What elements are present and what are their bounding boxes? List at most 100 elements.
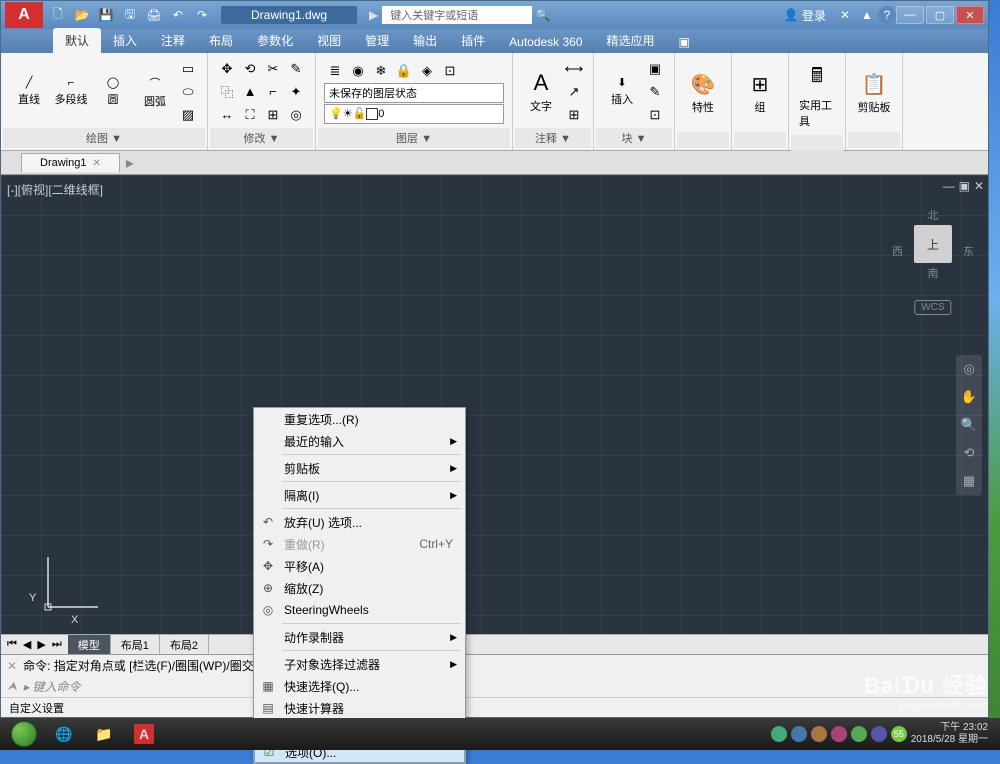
- menu-redo[interactable]: ↷重做(R)Ctrl+Y: [254, 533, 465, 555]
- layer-off-icon[interactable]: ◉: [347, 60, 369, 82]
- tray-icon-6[interactable]: [871, 726, 887, 742]
- tab-manage[interactable]: 管理: [353, 28, 401, 53]
- task-browser-icon[interactable]: 🌐: [44, 720, 84, 748]
- save-icon[interactable]: 💾: [95, 4, 117, 26]
- layer-current-dropdown[interactable]: 💡 ☀ 🔓 0: [324, 104, 504, 124]
- move-icon[interactable]: ✥: [216, 58, 238, 80]
- properties-button[interactable]: 🎨特性: [683, 68, 723, 119]
- autocad-logo[interactable]: A: [5, 2, 43, 28]
- utilities-button[interactable]: 🖩实用工具: [797, 57, 837, 133]
- array-icon[interactable]: ⊞: [262, 104, 284, 126]
- document-tab-drawing1[interactable]: Drawing1 ✕: [21, 153, 120, 172]
- layer-prop-icon[interactable]: ≣: [324, 60, 346, 82]
- ellipse-icon[interactable]: ⬭: [177, 81, 199, 103]
- title-nav-icon[interactable]: ▶: [369, 8, 378, 22]
- tab-annotate[interactable]: 注释: [149, 28, 197, 53]
- copy-icon[interactable]: ⿻: [216, 81, 238, 103]
- block-create-icon[interactable]: ▣: [644, 58, 666, 80]
- redo-icon[interactable]: ↷: [191, 4, 213, 26]
- command-close-icon[interactable]: ✕: [7, 659, 17, 673]
- layer-lock-icon[interactable]: 🔒: [393, 60, 415, 82]
- text-button[interactable]: A文字: [521, 66, 561, 118]
- dimension-icon[interactable]: ⟷: [563, 58, 585, 80]
- clipboard-button[interactable]: 📋剪贴板: [854, 68, 894, 119]
- tray-icon-4[interactable]: [831, 726, 847, 742]
- arc-button[interactable]: ⌒圆弧: [135, 71, 175, 113]
- panel-annotation-title[interactable]: 注释 ▼: [515, 128, 591, 148]
- login-link[interactable]: 登录: [802, 7, 826, 24]
- close-button[interactable]: ✕: [956, 6, 984, 24]
- menu-clipboard[interactable]: 剪贴板▶: [254, 457, 465, 479]
- panel-modify-title[interactable]: 修改 ▼: [210, 128, 313, 148]
- layer-match-icon[interactable]: ⊡: [439, 60, 461, 82]
- fillet-icon[interactable]: ⌐: [262, 81, 284, 103]
- command-input[interactable]: ⮝ ▸ 键入命令: [1, 676, 988, 697]
- circle-button[interactable]: ◯圆: [93, 72, 133, 111]
- start-button[interactable]: [4, 720, 44, 748]
- nav-pan-icon[interactable]: ✋: [959, 387, 979, 407]
- layer-iso-icon[interactable]: ◈: [416, 60, 438, 82]
- menu-steeringwheels[interactable]: ◎SteeringWheels: [254, 599, 465, 621]
- menu-isolate[interactable]: 隔离(I)▶: [254, 484, 465, 506]
- tab-featured[interactable]: 精选应用: [595, 28, 667, 53]
- group-button[interactable]: ⊞组: [740, 68, 780, 119]
- tray-icon-3[interactable]: [811, 726, 827, 742]
- menu-pan[interactable]: ✥平移(A): [254, 555, 465, 577]
- menu-recent-input[interactable]: 最近的输入▶: [254, 430, 465, 452]
- nav-orbit-icon[interactable]: ⟲: [959, 443, 979, 463]
- exchange-icon[interactable]: ✕: [834, 4, 856, 26]
- panel-block-title[interactable]: 块 ▼: [596, 128, 672, 148]
- viewport-minimize-icon[interactable]: —: [943, 179, 955, 193]
- layout-tab-2[interactable]: 布局2: [160, 635, 209, 655]
- scale-icon[interactable]: ⛶: [239, 104, 261, 126]
- stretch-icon[interactable]: ↔: [216, 104, 238, 126]
- block-edit-icon[interactable]: ✎: [644, 81, 666, 103]
- viewcube-face[interactable]: 上: [914, 225, 952, 263]
- viewport-close-icon[interactable]: ✕: [974, 179, 984, 193]
- menu-undo[interactable]: ↶放弃(U) 选项...: [254, 511, 465, 533]
- tab-parametric[interactable]: 参数化: [245, 28, 305, 53]
- search-icon[interactable]: 🔍: [532, 4, 554, 26]
- maximize-button[interactable]: ▢: [926, 6, 954, 24]
- tab-plugins[interactable]: 插件: [449, 28, 497, 53]
- tab-extra-icon[interactable]: ▣: [667, 31, 702, 53]
- menu-quickcalc[interactable]: ▤快速计算器: [254, 697, 465, 719]
- layout-tab-1[interactable]: 布局1: [111, 635, 160, 655]
- viewport-label[interactable]: [-][俯视][二维线框]: [7, 181, 103, 198]
- tab-view[interactable]: 视图: [305, 28, 353, 53]
- menu-zoom[interactable]: ⊕缩放(Z): [254, 577, 465, 599]
- rectangle-icon[interactable]: ▭: [177, 58, 199, 80]
- layer-state-dropdown[interactable]: 未保存的图层状态: [324, 83, 504, 103]
- layout-tab-model[interactable]: 模型: [68, 635, 111, 655]
- rotate-icon[interactable]: ⟲: [239, 58, 261, 80]
- line-button[interactable]: ╱直线: [9, 72, 49, 111]
- menu-subobject-filter[interactable]: 子对象选择过滤器▶: [254, 653, 465, 675]
- layout-prev-icon[interactable]: ◀: [21, 638, 33, 651]
- panel-draw-title[interactable]: 绘图 ▼: [3, 128, 205, 148]
- viewcube[interactable]: 北 南 东 西 上 WCS: [898, 205, 968, 295]
- new-icon[interactable]: 🗋: [47, 4, 69, 26]
- drawing-canvas[interactable]: [-][俯视][二维线框] — ▣ ✕ 北 南 东 西 上 WCS ◎ ✋ 🔍 …: [1, 175, 988, 634]
- help-icon[interactable]: ?: [878, 6, 896, 24]
- layout-next-icon[interactable]: ▶: [35, 638, 47, 651]
- layout-last-icon[interactable]: ⏭: [50, 638, 64, 651]
- tray-input-icon[interactable]: 55: [891, 726, 907, 742]
- layer-freeze-icon[interactable]: ❄: [370, 60, 392, 82]
- trim-icon[interactable]: ✂: [262, 58, 284, 80]
- open-icon[interactable]: 📂: [71, 4, 93, 26]
- viewport-restore-icon[interactable]: ▣: [959, 179, 970, 193]
- layout-first-icon[interactable]: ⏮: [5, 638, 19, 651]
- task-explorer-icon[interactable]: 📁: [84, 720, 124, 748]
- erase-icon[interactable]: ✎: [285, 58, 307, 80]
- tab-autodesk360[interactable]: Autodesk 360: [497, 31, 594, 53]
- tray-icon-1[interactable]: [771, 726, 787, 742]
- offset-icon[interactable]: ◎: [285, 104, 307, 126]
- polyline-button[interactable]: ⌐多段线: [51, 73, 91, 111]
- menu-repeat[interactable]: 重复选项...(R): [254, 408, 465, 430]
- nav-showmotion-icon[interactable]: ▦: [959, 471, 979, 491]
- tab-output[interactable]: 输出: [401, 28, 449, 53]
- undo-icon[interactable]: ↶: [167, 4, 189, 26]
- task-autocad-icon[interactable]: A: [124, 720, 164, 748]
- a360-icon[interactable]: ▲: [856, 4, 878, 26]
- tab-close-icon[interactable]: ✕: [92, 158, 100, 169]
